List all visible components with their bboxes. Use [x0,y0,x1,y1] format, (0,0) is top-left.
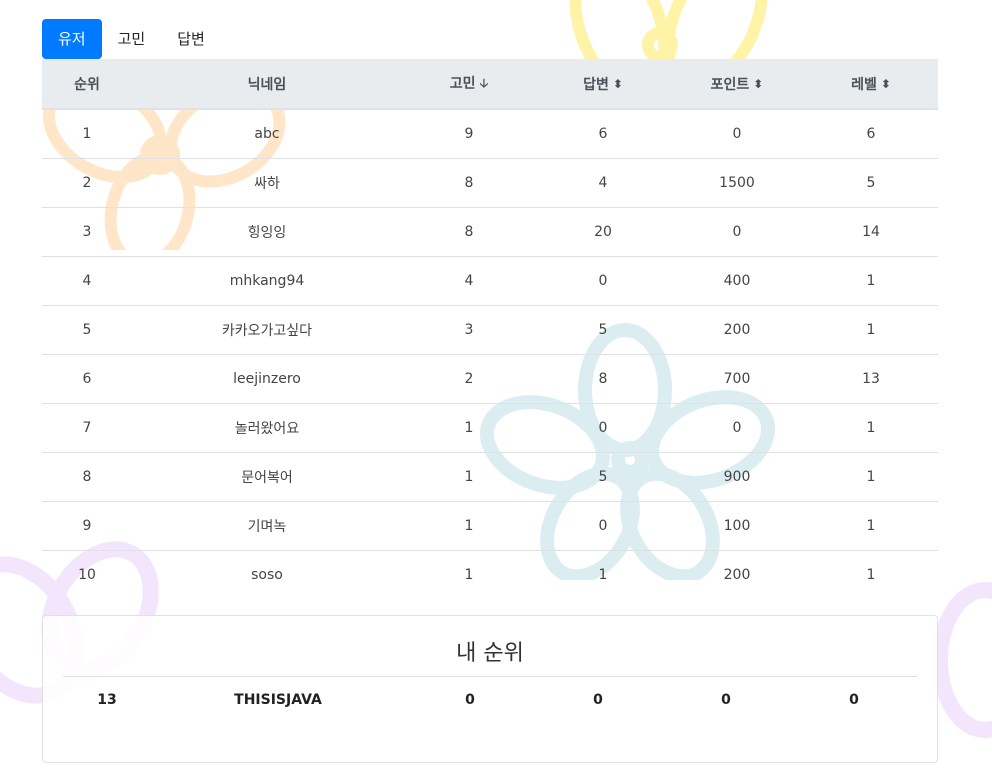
rank-cell: 3 [42,206,132,256]
table-row: 5 카카오가고싶다 3 5 200 1 [42,304,938,354]
nickname-cell: mhkang94 [132,255,402,305]
my-points-value: 0 [721,692,731,708]
rank-cell: 9 [42,500,132,550]
rank-cell: 6 [42,353,132,403]
nickname-cell: 놀러왔어요 [132,402,402,452]
worries-cell: 3 [402,304,536,354]
worries-cell: 1 [402,549,536,599]
nickname-cell: 싸하 [132,157,402,207]
rank-cell: 7 [42,402,132,452]
my-nickname-value: THISISJAVA [234,692,322,708]
level-cell: 1 [804,500,938,550]
rank-cell: 10 [42,549,132,599]
worries-cell: 9 [464,125,474,142]
ranking-table-header: 순위 닉네임 고민 🡣 답변 ⬍ 포인트 ⬍ 레벨 ⬍ [42,59,938,110]
worries-cell: 2 [402,353,536,403]
sort-desc-icon: 🡣 [479,75,489,90]
points-cell: 700 [670,353,804,403]
table-row: 1 abc 9 6 0 6 [42,109,938,158]
ranking-tabs: 유저 고민 답변 [42,19,221,59]
level-cell: 1 [804,255,938,305]
divider [63,676,917,677]
table-row: 6 leejinzero 2 8 700 13 [42,353,938,403]
column-header-rank: 순위 [42,59,132,110]
tab-users[interactable]: 유저 [42,19,102,59]
worries-cell: 1 [402,451,536,501]
answers-cell: 5 [536,304,670,354]
nickname-cell: 카카오가고싶다 [132,304,402,354]
points-cell: 400 [670,255,804,305]
column-header-answers[interactable]: 답변 ⬍ [536,59,670,110]
table-row: 2 싸하 8 4 1500 5 [42,157,938,207]
rank-cell: 1 [82,125,92,142]
my-level-value: 0 [849,692,859,708]
table-row: 9 기며녹 1 0 100 1 [42,500,938,550]
answers-cell: 0 [536,402,670,452]
my-worries-value: 0 [465,692,475,708]
answers-cell: 6 [598,125,608,142]
points-cell: 200 [670,549,804,599]
sort-icon: ⬍ [753,76,764,91]
column-header-level[interactable]: 레벨 ⬍ [804,59,938,110]
answers-cell: 8 [536,353,670,403]
worries-cell: 4 [402,255,536,305]
level-cell: 6 [866,125,876,142]
nickname-cell: 문어복어 [132,451,402,501]
nickname-cell: soso [132,549,402,599]
column-header-points[interactable]: 포인트 ⬍ [670,59,804,110]
my-rank-value: 13 [97,692,117,708]
sort-icon: ⬍ [880,76,891,91]
my-rank-card: 내 순위 13 THISISJAVA 0 0 0 0 [42,615,938,763]
rank-cell: 4 [42,255,132,305]
answers-cell: 20 [536,206,670,256]
level-cell: 1 [804,402,938,452]
points-cell: 200 [670,304,804,354]
tab-answers[interactable]: 답변 [161,19,221,59]
level-cell: 13 [804,353,938,403]
table-row: 3 힝잉잉 8 20 0 14 [42,206,938,256]
table-row: 7 놀러왔어요 1 0 0 1 [42,402,938,452]
column-header-nickname: 닉네임 [132,59,402,110]
my-answers-value: 0 [593,692,603,708]
answers-cell: 5 [536,451,670,501]
points-cell: 100 [670,500,804,550]
sort-icon: ⬍ [612,76,623,91]
nickname-cell: 기며녹 [132,500,402,550]
worries-cell: 8 [402,206,536,256]
worries-cell: 1 [402,402,536,452]
rank-cell: 8 [42,451,132,501]
worries-cell: 8 [402,157,536,207]
level-cell: 14 [804,206,938,256]
table-row: 10 soso 1 1 200 1 [42,549,938,599]
rank-cell: 2 [42,157,132,207]
tab-worries[interactable]: 고민 [102,19,162,59]
table-row: 4 mhkang94 4 0 400 1 [42,255,938,305]
level-cell: 1 [804,304,938,354]
answers-cell: 0 [536,255,670,305]
points-cell: 1500 [670,157,804,207]
nickname-cell: 힝잉잉 [132,206,402,256]
level-cell: 5 [804,157,938,207]
points-cell: 0 [670,402,804,452]
ranking-table: 순위 닉네임 고민 🡣 답변 ⬍ 포인트 ⬍ 레벨 ⬍ 1 abc 9 6 0 6 2 … [42,59,938,599]
nickname-cell: abc [254,125,280,142]
points-cell: 0 [670,206,804,256]
level-cell: 1 [804,549,938,599]
points-cell: 0 [732,125,742,142]
column-header-worries[interactable]: 고민 🡣 [402,59,536,110]
ranking-table-body: 1 abc 9 6 0 6 2 싸하 8 4 1500 5 3 힝잉잉 8 20… [42,109,938,599]
rank-cell: 5 [42,304,132,354]
level-cell: 1 [804,451,938,501]
points-cell: 900 [670,451,804,501]
nickname-cell: leejinzero [132,353,402,403]
answers-cell: 0 [536,500,670,550]
my-rank-row: 13 THISISJAVA 0 0 0 0 [43,692,937,712]
answers-cell: 4 [536,157,670,207]
my-rank-title: 내 순위 [456,641,524,666]
answers-cell: 1 [536,549,670,599]
table-row: 8 문어복어 1 5 900 1 [42,451,938,501]
worries-cell: 1 [402,500,536,550]
